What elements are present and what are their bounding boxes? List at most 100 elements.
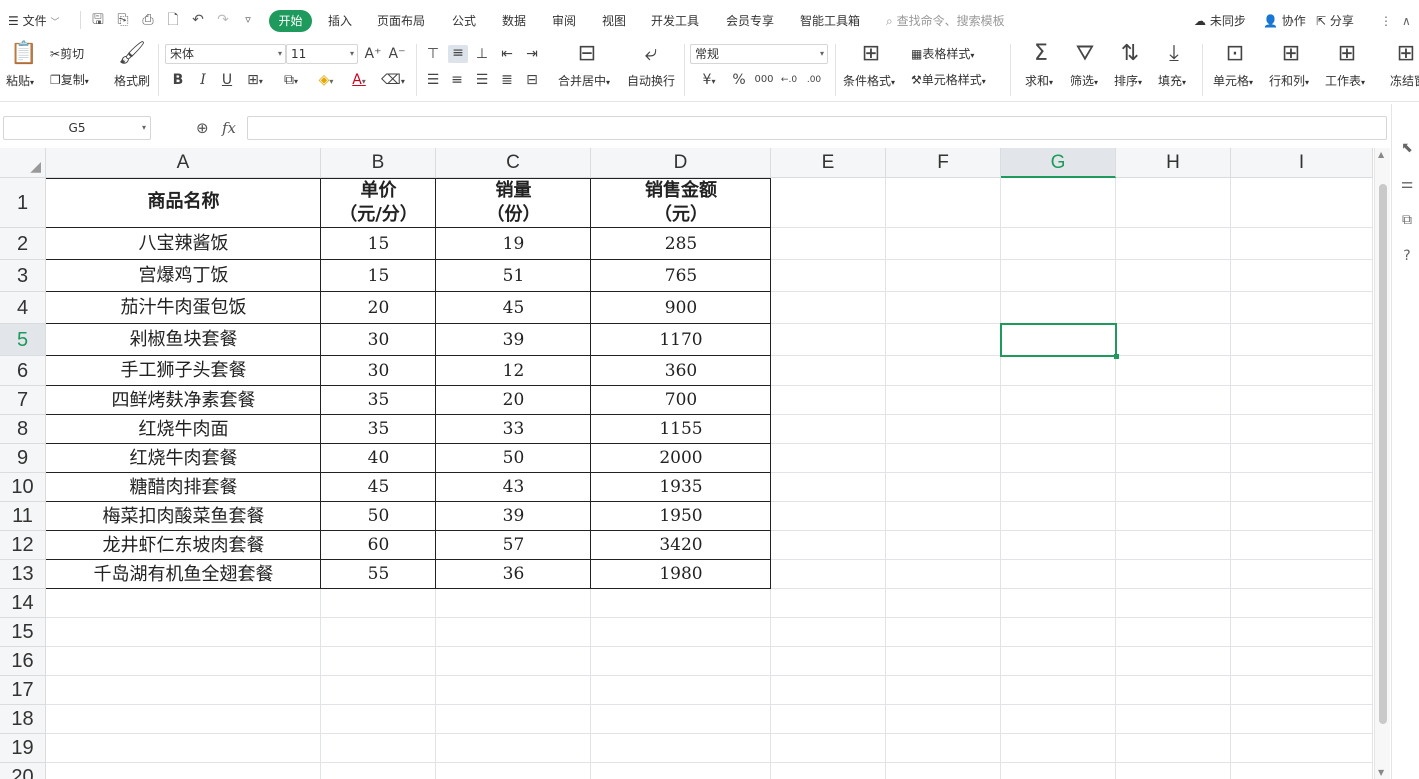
row-col-button[interactable]: 行和列▾ [1269, 73, 1309, 91]
collapse-icon[interactable]: ∧ [1402, 10, 1411, 32]
filter-icon[interactable]: ⛛ [1072, 42, 1098, 66]
cell-style-button[interactable]: ⚒单元格样式▾ [911, 72, 986, 90]
row-header-12[interactable]: 12 [0, 531, 46, 560]
number-cell[interactable]: 1155 [591, 415, 771, 444]
save-icon[interactable]: 🖫 [89, 11, 107, 29]
font-name-select[interactable]: 宋体 ▾ [165, 44, 286, 64]
scroll-up-icon[interactable]: ▲ [1378, 150, 1384, 159]
command-search[interactable]: ⌕ 查找命令、搜索模板 [886, 10, 1056, 32]
column-header-f[interactable]: F [886, 148, 1001, 178]
selected-cell[interactable] [1000, 323, 1119, 359]
number-cell[interactable]: 55 [321, 560, 436, 589]
number-cell[interactable]: 50 [321, 502, 436, 531]
align-center-icon[interactable]: ≡ [449, 72, 465, 88]
number-cell[interactable]: 50 [436, 444, 591, 473]
row-header-16[interactable]: 16 [0, 647, 46, 676]
sort-button[interactable]: 排序▾ [1114, 73, 1142, 91]
column-header-e[interactable]: E [771, 148, 886, 178]
column-header-h[interactable]: H [1116, 148, 1231, 178]
tab-insert[interactable]: 插入 [328, 10, 352, 32]
merge-center-icon[interactable]: ⊟ [574, 42, 600, 66]
row-header-15[interactable]: 15 [0, 618, 46, 647]
align-top-icon[interactable]: ⊤ [425, 46, 441, 62]
select-pointer-icon[interactable]: ⬉ [1399, 140, 1415, 156]
row-header-2[interactable]: 2 [0, 228, 46, 260]
product-name-cell[interactable]: 龙井虾仁东坡肉套餐 [46, 531, 321, 560]
row-header-13[interactable]: 13 [0, 560, 46, 589]
product-name-cell[interactable]: 手工狮子头套餐 [46, 356, 321, 386]
number-cell[interactable]: 1935 [591, 473, 771, 502]
number-cell[interactable]: 33 [436, 415, 591, 444]
scroll-thumb[interactable] [1379, 184, 1387, 724]
worksheet-icon[interactable]: ⊞ [1334, 42, 1360, 66]
export-icon[interactable]: ⎘ [114, 11, 132, 29]
fill-color-icon[interactable]: ◈▾ [312, 72, 340, 90]
decrease-decimal-icon[interactable]: .00 [804, 72, 824, 88]
customize-dropdown-icon[interactable]: ▿ [239, 11, 257, 29]
column-header-g[interactable]: G [1001, 148, 1116, 178]
cut-button[interactable]: ✂剪切 [50, 46, 84, 62]
wrap-text-button[interactable]: 自动换行 [627, 73, 675, 89]
number-cell[interactable]: 51 [436, 260, 591, 292]
table-header-cell[interactable]: 商品名称 [46, 178, 321, 228]
align-bottom-icon[interactable]: ⊥ [474, 46, 490, 62]
product-name-cell[interactable]: 四鲜烤麸净素套餐 [46, 386, 321, 415]
sum-icon[interactable]: Σ [1028, 42, 1054, 66]
file-menu[interactable]: ☰ 文件 ﹀ [8, 10, 59, 32]
number-cell[interactable]: 39 [436, 324, 591, 356]
row-header-1[interactable]: 1 [0, 178, 46, 228]
conditional-format-button[interactable]: 条件格式▾ [843, 73, 895, 91]
tab-page-layout[interactable]: 页面布局 [377, 10, 425, 32]
number-cell[interactable]: 30 [321, 356, 436, 386]
row-header-7[interactable]: 7 [0, 386, 46, 415]
percent-icon[interactable]: % [731, 72, 747, 88]
format-painter-button[interactable]: 格式刷 [114, 73, 150, 89]
row-header-8[interactable]: 8 [0, 415, 46, 444]
number-format-select[interactable]: 常规 ▾ [690, 44, 828, 64]
product-name-cell[interactable]: 红烧牛肉套餐 [46, 444, 321, 473]
decrease-font-icon[interactable]: A⁻ [388, 46, 406, 62]
font-size-select[interactable]: 11 ▾ [286, 44, 358, 64]
distributed-icon[interactable]: ⊟ [523, 72, 541, 88]
italic-icon[interactable]: I [195, 72, 211, 88]
row-header-20[interactable]: 20 [0, 763, 46, 779]
row-header-6[interactable]: 6 [0, 356, 46, 386]
print-preview-icon[interactable]: 🗋 [164, 11, 182, 29]
wrap-text-icon[interactable]: ⤶ [638, 42, 664, 66]
name-box[interactable]: G5 ▾ [3, 116, 151, 140]
number-cell[interactable]: 15 [321, 260, 436, 292]
merge-center-button[interactable]: 合并居中▾ [558, 73, 610, 91]
row-header-4[interactable]: 4 [0, 292, 46, 324]
number-cell[interactable]: 285 [591, 228, 771, 260]
clear-format-icon[interactable]: ⌫▾ [380, 72, 406, 90]
column-header-c[interactable]: C [436, 148, 591, 178]
copy-button[interactable]: ❐复制▾ [50, 72, 89, 90]
number-cell[interactable]: 20 [436, 386, 591, 415]
number-cell[interactable]: 3420 [591, 531, 771, 560]
number-cell[interactable]: 57 [436, 531, 591, 560]
cell-button[interactable]: 单元格▾ [1213, 73, 1253, 91]
paste-icon[interactable]: 📋 [10, 42, 37, 66]
tab-developer[interactable]: 开发工具 [651, 10, 699, 32]
number-cell[interactable]: 1980 [591, 560, 771, 589]
table-header-cell[interactable]: 销量 （份） [436, 178, 591, 228]
freeze-button[interactable]: 冻结窗 [1390, 73, 1419, 89]
number-cell[interactable]: 12 [436, 356, 591, 386]
cell-style-icon[interactable]: ⧉▾ [278, 72, 304, 90]
increase-indent-icon[interactable]: ⇥ [523, 46, 541, 62]
fill-icon[interactable]: ⤓ [1161, 42, 1187, 66]
row-col-icon[interactable]: ⊞ [1278, 42, 1304, 66]
number-cell[interactable]: 1950 [591, 502, 771, 531]
number-cell[interactable]: 19 [436, 228, 591, 260]
number-cell[interactable]: 35 [321, 415, 436, 444]
number-cell[interactable]: 360 [591, 356, 771, 386]
align-right-icon[interactable]: ☰ [474, 72, 490, 88]
redo-icon[interactable]: ↷ [214, 11, 232, 29]
number-cell[interactable]: 40 [321, 444, 436, 473]
align-left-icon[interactable]: ☰ [425, 72, 441, 88]
column-header-d[interactable]: D [591, 148, 771, 178]
tab-view[interactable]: 视图 [602, 10, 626, 32]
increase-font-icon[interactable]: A⁺ [364, 46, 382, 62]
number-cell[interactable]: 45 [436, 292, 591, 324]
sum-button[interactable]: 求和▾ [1025, 73, 1053, 91]
